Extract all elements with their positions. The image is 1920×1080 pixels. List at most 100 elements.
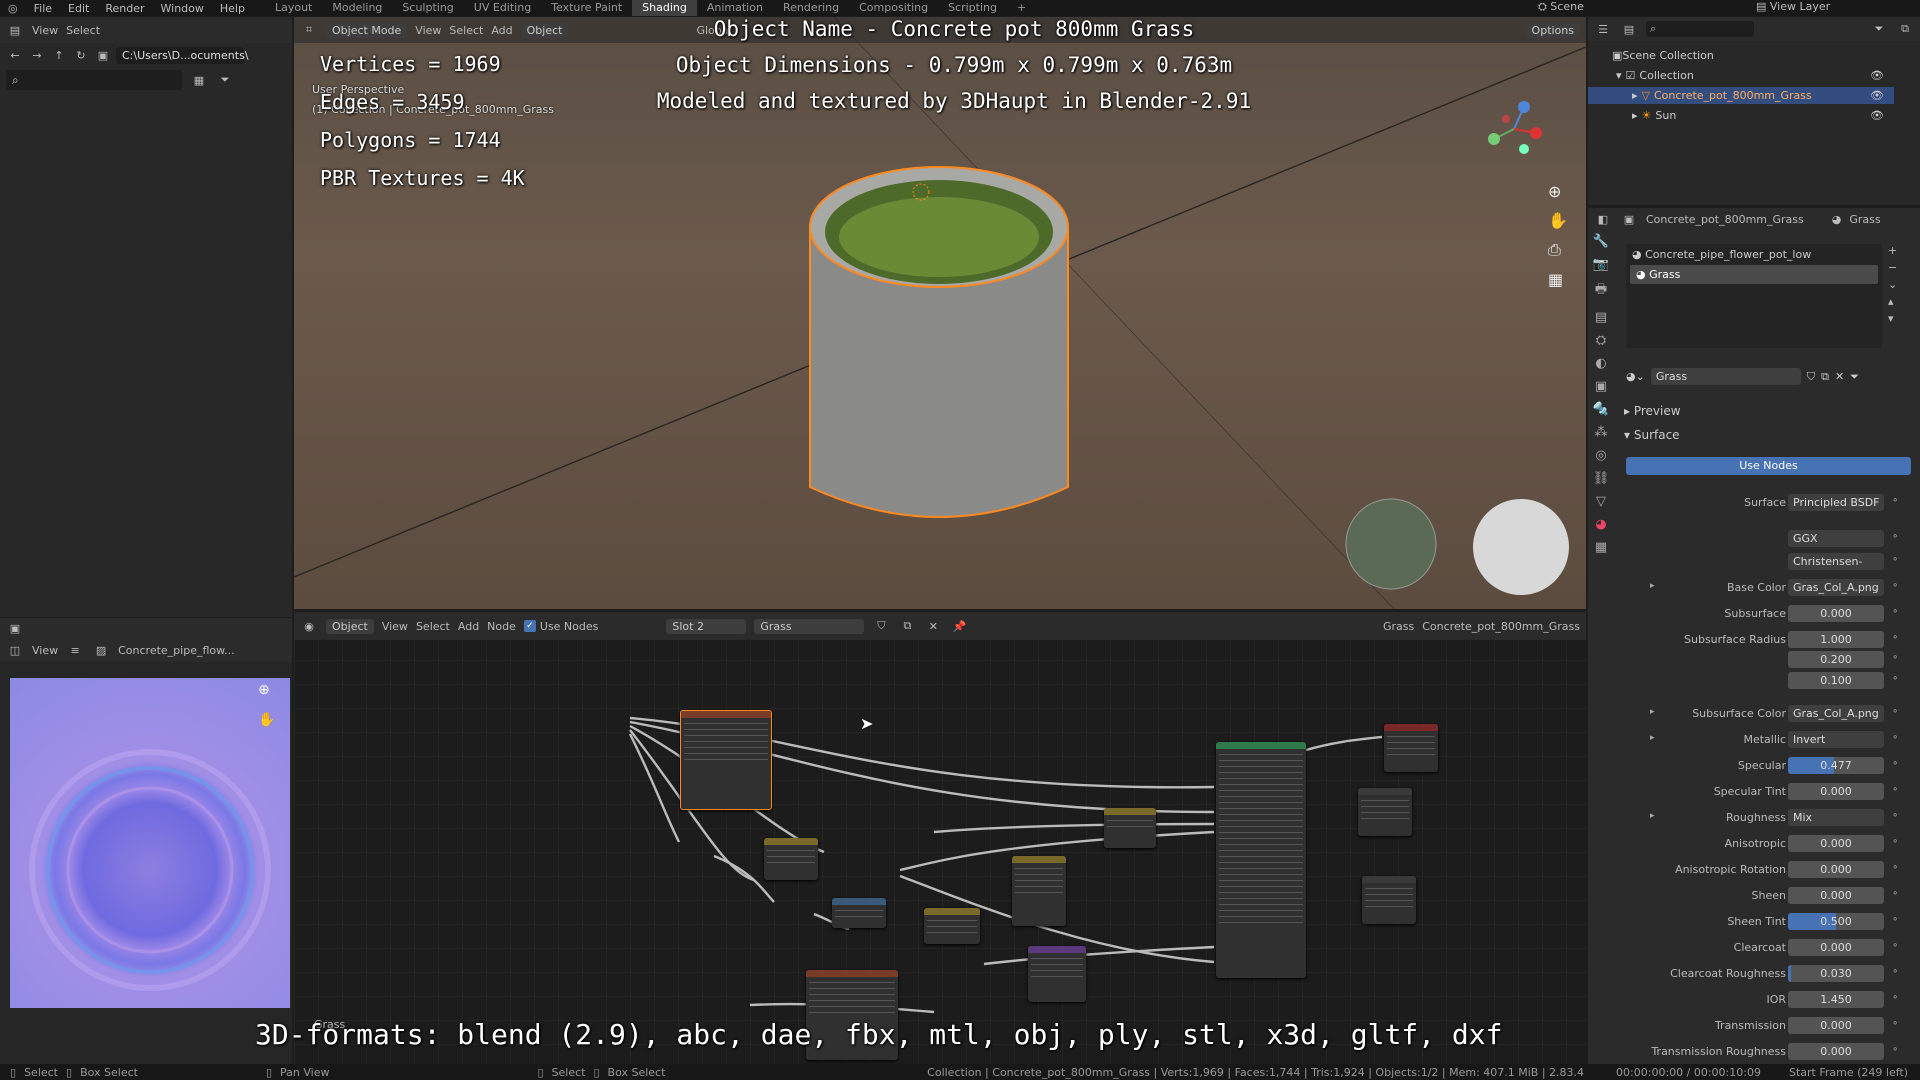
editor-type-icon[interactable]: ⌗ [300, 22, 318, 38]
preview-panel-header[interactable]: ▸ Preview [1624, 404, 1681, 418]
keyframe-dot-icon[interactable]: ∘ [1892, 784, 1898, 795]
tab-layout[interactable]: Layout [265, 0, 322, 16]
file-select-menu[interactable]: Select [66, 24, 100, 37]
image-texture-node-color[interactable] [680, 710, 772, 810]
pan-hand-icon[interactable]: ✋ [258, 712, 275, 728]
tab-animation[interactable]: Animation [697, 0, 773, 16]
collection-checkbox-icon[interactable]: ☑ [1626, 69, 1636, 82]
editor-type-icon[interactable]: ▤ [6, 22, 24, 38]
file-view-menu[interactable]: View [32, 24, 58, 37]
material-output-node-2[interactable] [1358, 788, 1412, 836]
material-output-node[interactable] [1384, 724, 1438, 772]
keyframe-dot-icon[interactable]: ∘ [1892, 673, 1898, 684]
mix-node-small[interactable] [1104, 808, 1156, 848]
remove-slot-icon[interactable]: − [1888, 261, 1897, 274]
close-icon[interactable]: ✕ [1835, 370, 1844, 383]
new-collection-icon[interactable]: ⧉ [1896, 21, 1914, 37]
fake-user-shield-icon[interactable]: ⛉ [1807, 370, 1815, 384]
add-slot-icon[interactable]: + [1888, 244, 1897, 257]
keyframe-dot-icon[interactable]: ∘ [1892, 606, 1898, 617]
keyframe-dot-icon[interactable]: ∘ [1892, 914, 1898, 925]
zoom-icon[interactable]: ⊕ [1548, 182, 1568, 201]
invert-node[interactable] [764, 838, 818, 880]
normal-map-node[interactable] [1028, 946, 1086, 1002]
view-layer-selector[interactable]: ▤ View Layer [1756, 0, 1830, 13]
image-browse-icon[interactable]: ▨ [92, 642, 110, 658]
outliner-search-input[interactable]: ⌕ [1646, 21, 1754, 37]
tool-tab-icon[interactable]: 🔧 [1593, 234, 1609, 249]
tab-scripting[interactable]: Scripting [938, 0, 1007, 16]
modifier-tab-icon[interactable]: 🔩 [1593, 402, 1609, 417]
world-tab-icon[interactable]: ◐ [1595, 356, 1606, 371]
viewport-select-menu[interactable]: Select [449, 24, 483, 37]
scene-collection-row[interactable]: ▣ Scene Collection [1588, 47, 1894, 64]
physics-tab-icon[interactable]: ◎ [1595, 448, 1606, 463]
property-field[interactable]: 1.000 [1788, 631, 1884, 648]
keyframe-dot-icon[interactable]: ∘ [1892, 732, 1898, 743]
property-field[interactable]: Gras_Col_A.png [1788, 579, 1884, 596]
property-field[interactable]: Principled BSDF [1788, 494, 1884, 511]
move-down-icon[interactable]: ▾ [1888, 312, 1897, 325]
property-field[interactable]: 0.000 [1788, 939, 1884, 956]
material-output-node-3[interactable] [1362, 876, 1416, 924]
menu-file[interactable]: File [26, 2, 60, 15]
slot-item-concrete[interactable]: ◕ Concrete_pipe_flower_pot_low [1626, 244, 1882, 265]
tab-compositing[interactable]: Compositing [849, 0, 938, 16]
keyframe-dot-icon[interactable]: ∘ [1892, 810, 1898, 821]
use-nodes-button[interactable]: Use Nodes [1626, 457, 1911, 475]
property-field[interactable]: 0.000 [1788, 605, 1884, 622]
view-layer-tab-icon[interactable]: ▤ [1595, 310, 1607, 325]
slot-menu-icon[interactable]: ⌄ [1888, 278, 1897, 291]
blender-logo-icon[interactable]: ◎ [0, 2, 26, 15]
property-field[interactable]: 0.000 [1788, 1043, 1884, 1060]
keyframe-dot-icon[interactable]: ∘ [1892, 862, 1898, 873]
expand-arrow-icon[interactable]: ▸ [1650, 707, 1655, 717]
navigation-gizmo[interactable] [1484, 89, 1544, 169]
tab-uv-editing[interactable]: UV Editing [464, 0, 541, 16]
forward-arrow-icon[interactable]: → [28, 48, 46, 64]
scene-selector[interactable]: ⛭ Scene [1538, 0, 1584, 14]
refresh-icon[interactable]: ↻ [72, 48, 90, 64]
zoom-icon[interactable]: ⊕ [258, 682, 270, 698]
output-tab-icon[interactable]: 🖶 [1595, 280, 1607, 302]
property-field[interactable]: 0.000 [1788, 861, 1884, 878]
eye-icon[interactable]: 👁 [1870, 109, 1884, 122]
object-mode-dropdown[interactable]: Object Mode [326, 22, 408, 38]
duplicate-icon[interactable]: ⧉ [1821, 370, 1829, 384]
hamburger-menu-icon[interactable]: ≡ [66, 642, 84, 658]
tab-texture-paint[interactable]: Texture Paint [541, 0, 632, 16]
viewport-3d[interactable]: ⌗ Object Mode View Select Add Object Glo… [294, 17, 1586, 609]
keyframe-dot-icon[interactable]: ∘ [1892, 940, 1898, 951]
menu-render[interactable]: Render [97, 2, 152, 15]
collection-row[interactable]: ▾ ☑ Collection 👁 [1588, 67, 1894, 84]
property-field[interactable]: GGX [1788, 530, 1884, 547]
menu-window[interactable]: Window [153, 2, 212, 15]
keyframe-dot-icon[interactable]: ∘ [1892, 1044, 1898, 1055]
scene-tab-icon[interactable]: ⛭ [1596, 333, 1606, 348]
viewport-add-menu[interactable]: Add [491, 24, 512, 37]
keyframe-dot-icon[interactable]: ∘ [1892, 531, 1898, 542]
outliner-item-sun[interactable]: ▸ ☀ Sun 👁 [1588, 107, 1894, 124]
property-field[interactable]: 1.450 [1788, 991, 1884, 1008]
keyframe-dot-icon[interactable]: ∘ [1892, 992, 1898, 1003]
constraints-tab-icon[interactable]: ⛓ [1593, 471, 1610, 486]
property-field[interactable]: 0.000 [1788, 1017, 1884, 1034]
hue-saturation-node[interactable] [832, 898, 886, 928]
eye-icon[interactable]: 👁 [1870, 69, 1884, 82]
property-field[interactable]: 0.000 [1788, 783, 1884, 800]
texture-tab-icon[interactable]: ▦ [1595, 540, 1607, 555]
editor-type-icon[interactable]: ◧ [1594, 211, 1612, 227]
pan-hand-icon[interactable]: ✋ [1548, 211, 1568, 230]
editor-type-icon[interactable]: ☰ [1594, 21, 1612, 37]
material-tab-icon[interactable]: ◕ [1595, 517, 1606, 532]
tab-shading[interactable]: Shading [632, 0, 697, 16]
tab-rendering[interactable]: Rendering [773, 0, 849, 16]
parent-dir-icon[interactable]: ↑ [50, 48, 68, 64]
expand-arrow-icon[interactable]: ▸ [1650, 811, 1655, 821]
new-folder-icon[interactable]: ▣ [94, 48, 112, 64]
property-field[interactable]: Christensen-Burley [1788, 553, 1884, 570]
expand-arrow-icon[interactable]: ▸ [1650, 733, 1655, 743]
principled-bsdf-node[interactable] [1216, 742, 1306, 978]
keyframe-dot-icon[interactable]: ∘ [1892, 554, 1898, 565]
property-field[interactable]: 0.477 [1788, 757, 1884, 774]
